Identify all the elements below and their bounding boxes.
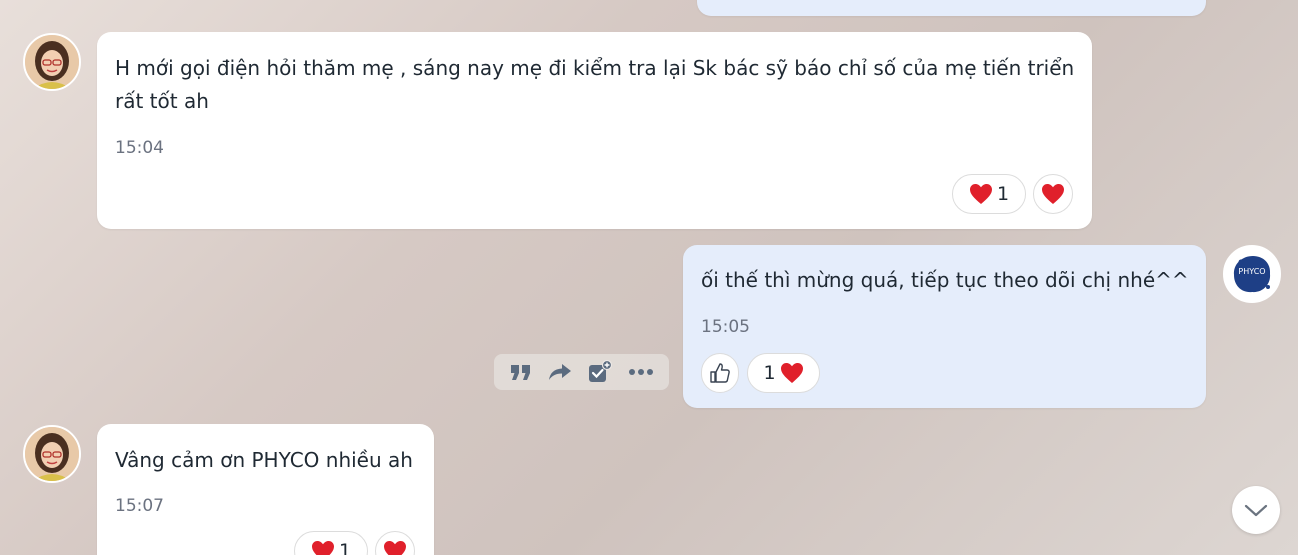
quote-button[interactable] — [509, 362, 533, 382]
react-button[interactable] — [1033, 174, 1073, 214]
scroll-to-bottom-button[interactable] — [1232, 486, 1280, 534]
own-avatar[interactable]: PHYCO — [1223, 245, 1281, 303]
reaction-count: 1 — [338, 540, 352, 555]
message-time: 15:04 — [115, 138, 164, 158]
like-button[interactable] — [701, 353, 739, 393]
own-avatar-label: PHYCO — [1238, 267, 1266, 276]
forward-button[interactable] — [548, 362, 572, 382]
heart-icon — [311, 541, 334, 555]
heart-icon — [969, 184, 992, 204]
reaction-count: 1 — [996, 183, 1010, 205]
contact-avatar[interactable] — [23, 425, 81, 483]
chevron-down-icon — [1244, 504, 1268, 517]
contact-avatar[interactable] — [23, 33, 81, 91]
message-text: ối thế thì mừng quá, tiếp tục theo dõi c… — [701, 268, 1189, 292]
message-bubble-incoming[interactable]: Vâng cảm ơn PHYCO nhiều ah 15:07 1 — [97, 424, 434, 555]
reaction-summary[interactable]: 1 — [747, 353, 820, 393]
quote-icon — [511, 365, 530, 380]
previous-outgoing-message — [697, 0, 1206, 16]
heart-icon — [780, 363, 803, 383]
message-text: H mới gọi điện hỏi thăm mẹ , sáng nay mẹ… — [115, 56, 1075, 113]
heart-icon — [1042, 184, 1064, 204]
more-icon — [629, 369, 653, 375]
message-time: 15:05 — [701, 317, 750, 337]
contact-avatar-image — [25, 427, 79, 481]
add-task-icon — [589, 360, 613, 382]
reaction-summary[interactable]: 1 — [294, 531, 368, 555]
message-bubble-outgoing[interactable]: ối thế thì mừng quá, tiếp tục theo dõi c… — [683, 245, 1206, 408]
more-button[interactable] — [628, 368, 654, 376]
react-button[interactable] — [375, 531, 415, 555]
heart-icon — [384, 541, 406, 555]
message-bubble-incoming[interactable]: H mới gọi điện hỏi thăm mẹ , sáng nay mẹ… — [97, 32, 1092, 229]
add-task-button[interactable] — [587, 360, 613, 384]
message-action-toolbar — [494, 354, 669, 390]
reaction-summary[interactable]: 1 — [952, 174, 1026, 214]
thumbs-up-icon — [710, 363, 730, 383]
message-text: Vâng cảm ơn PHYCO nhiều ah — [115, 448, 413, 472]
forward-icon — [549, 364, 571, 380]
contact-avatar-image — [25, 35, 79, 89]
message-time: 15:07 — [115, 496, 164, 516]
reaction-count: 1 — [763, 362, 776, 384]
